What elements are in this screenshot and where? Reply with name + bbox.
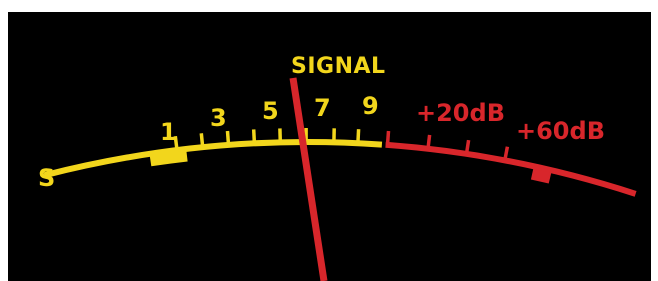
db-scale-label-60: +60dB <box>516 117 605 145</box>
db-scale-tick <box>464 139 471 155</box>
db-scale-label-20: +20dB <box>416 99 505 127</box>
db-scale-arc <box>385 141 637 197</box>
s-scale-label-3: 3 <box>210 104 227 132</box>
meter-title: SIGNAL <box>291 54 386 79</box>
s-scale-label-9: 9 <box>362 92 379 120</box>
s-scale-tick <box>225 130 231 146</box>
db-scale-marker <box>530 168 552 184</box>
s-scale-marker <box>149 150 188 167</box>
s-scale-tick <box>251 129 257 144</box>
s-unit-label: S <box>38 164 56 192</box>
s-scale-tick <box>356 129 361 144</box>
s-scale-arc <box>43 139 383 179</box>
db-scale-tick <box>426 134 432 150</box>
s-scale-label-1: 1 <box>160 118 177 146</box>
meter-dial <box>43 77 637 281</box>
s-scale-label-7: 7 <box>314 94 331 122</box>
s-scale-ticks <box>173 128 361 151</box>
db-scale-tick <box>385 130 391 146</box>
signal-meter: SIGNAL S 1 3 5 7 9 +20dB +60dB <box>8 12 651 281</box>
s-scale-tick <box>199 133 205 148</box>
s-scale-label-5: 5 <box>262 97 279 125</box>
